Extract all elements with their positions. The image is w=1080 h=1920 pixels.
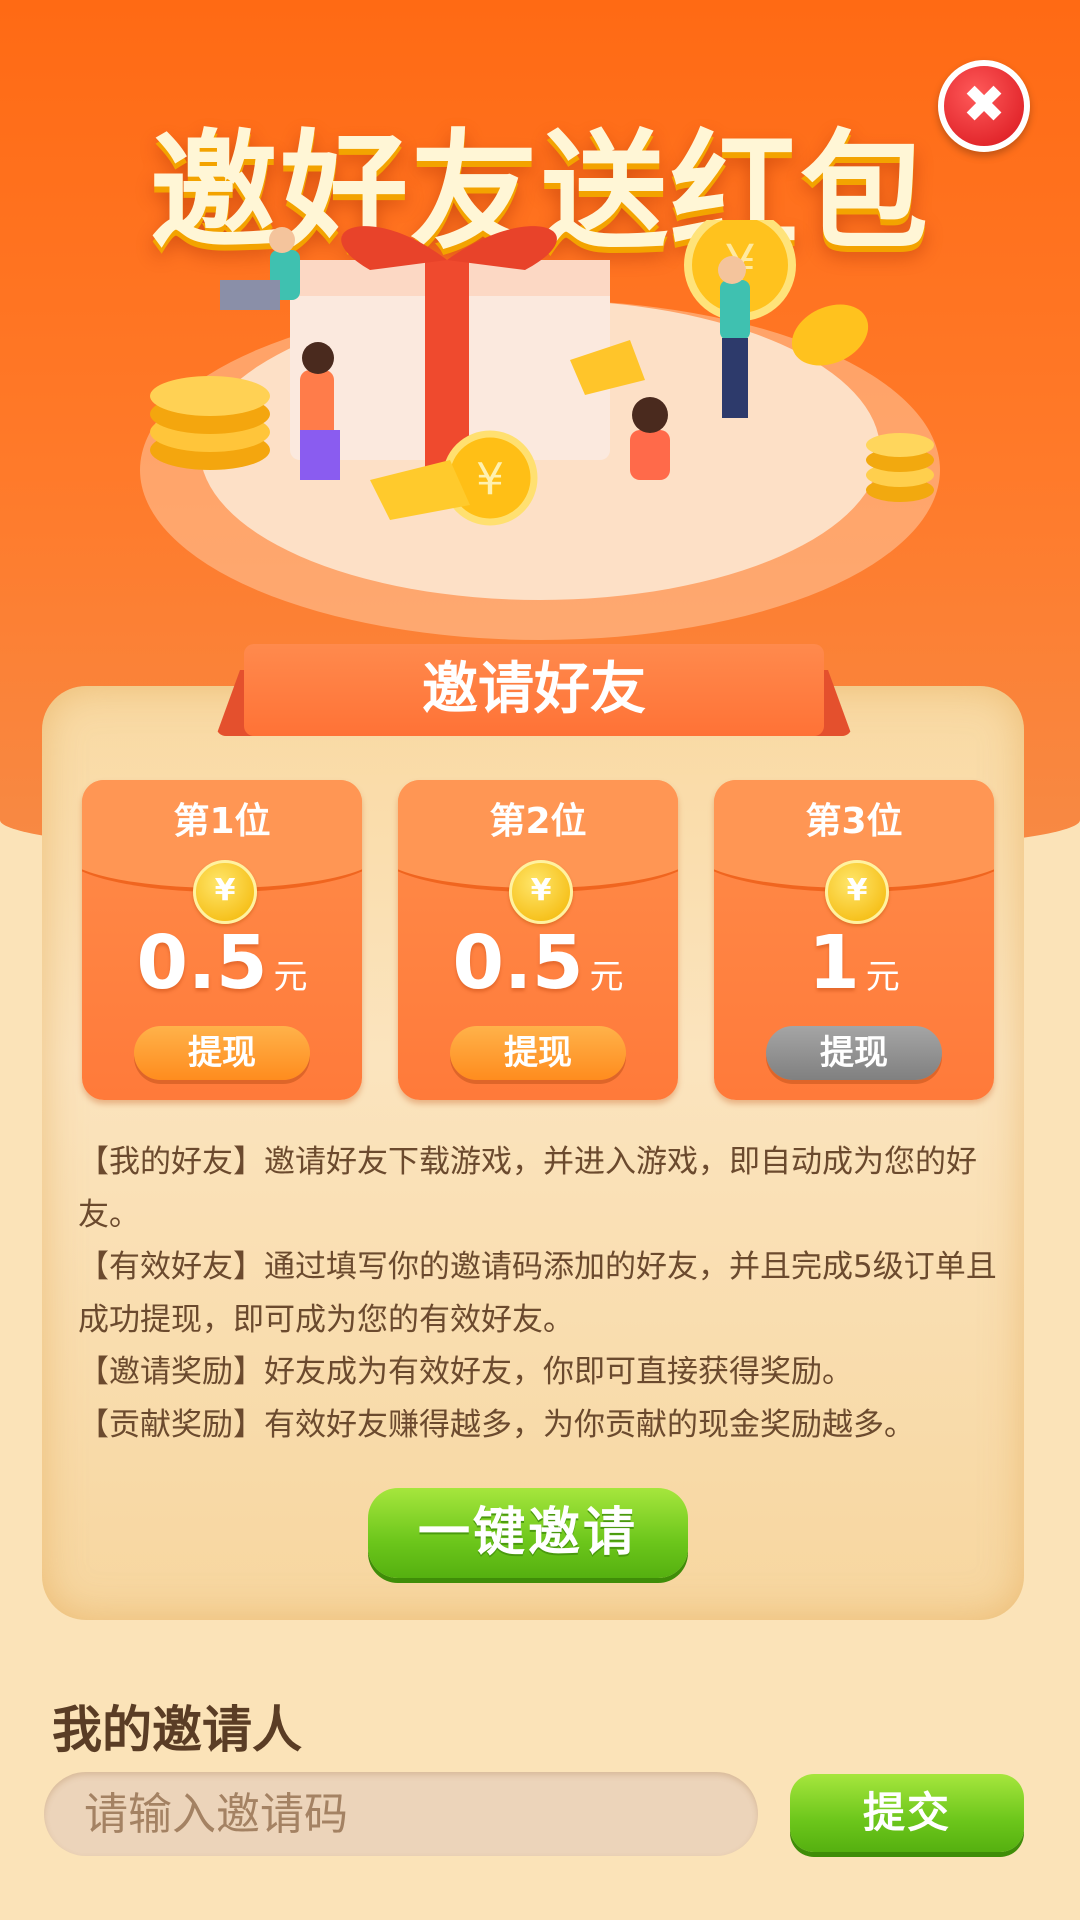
reward-amount: 0.5 元 xyxy=(398,920,678,1006)
person-girl xyxy=(630,397,670,480)
rule-my-friends: 【我的好友】邀请好友下载游戏，并进入游戏，即自动成为您的好友。 xyxy=(78,1144,977,1233)
reward-cards: 第1位 ¥ 0.5 元 提现 第2位 ¥ 0.5 元 提现 第3位 ¥ 1元 提现 xyxy=(82,780,994,1100)
reward-value: 0.5 xyxy=(452,920,584,1006)
reward-card-1: 第1位 ¥ 0.5 元 提现 xyxy=(82,780,362,1100)
yuan-coin-icon: ¥ xyxy=(825,860,889,924)
reward-unit: 元 xyxy=(589,957,624,997)
section-ribbon: 邀请好友 xyxy=(216,644,852,736)
rule-contribution-reward: 【贡献奖励】有效好友赚得越多，为你贡献的现金奖励越多。 xyxy=(78,1406,915,1443)
withdraw-button-disabled[interactable]: 提现 xyxy=(766,1026,942,1080)
reward-rank: 第3位 xyxy=(805,801,903,842)
withdraw-button[interactable]: 提现 xyxy=(134,1026,310,1080)
coin-stack-right xyxy=(866,433,934,502)
close-button[interactable]: ✖ xyxy=(938,60,1030,152)
person-left xyxy=(220,227,300,310)
reward-unit: 元 xyxy=(273,957,308,997)
coin-stack-left xyxy=(150,376,270,470)
gift-illustration: ¥ ¥ xyxy=(140,220,940,640)
yuan-coin-icon: ¥ xyxy=(509,860,573,924)
reward-unit: 元 xyxy=(865,957,900,997)
submit-button[interactable]: 提交 xyxy=(790,1774,1024,1852)
yuan-coin-icon: ¥ xyxy=(193,860,257,924)
reward-value: 0.5 xyxy=(136,920,268,1006)
inviter-heading: 我的邀请人 xyxy=(52,1701,302,1759)
one-click-invite-button[interactable]: 一键邀请 xyxy=(368,1488,688,1578)
reward-card-2: 第2位 ¥ 0.5 元 提现 xyxy=(398,780,678,1100)
reward-rank: 第2位 xyxy=(489,801,587,842)
rules-text: 【我的好友】邀请好友下载游戏，并进入游戏，即自动成为您的好友。 【有效好友】通过… xyxy=(78,1136,998,1451)
svg-text:¥: ¥ xyxy=(476,454,504,505)
reward-amount: 0.5 元 xyxy=(82,920,362,1006)
gift-ribbon xyxy=(425,260,469,470)
withdraw-button[interactable]: 提现 xyxy=(450,1026,626,1080)
reward-card-3: 第3位 ¥ 1元 提现 xyxy=(714,780,994,1100)
reward-rank: 第1位 xyxy=(173,801,271,842)
rule-valid-friends: 【有效好友】通过填写你的邀请码添加的好友，并且完成5级订单且成功提现，即可成为您… xyxy=(78,1249,997,1338)
reward-value: 1 xyxy=(808,920,860,1006)
close-icon: ✖ xyxy=(962,75,1006,135)
invite-code-input[interactable] xyxy=(44,1772,758,1856)
section-title: 邀请好友 xyxy=(244,644,824,736)
rule-invite-reward: 【邀请奖励】好友成为有效好友，你即可直接获得奖励。 xyxy=(78,1354,853,1390)
reward-amount: 1元 xyxy=(714,920,994,1006)
